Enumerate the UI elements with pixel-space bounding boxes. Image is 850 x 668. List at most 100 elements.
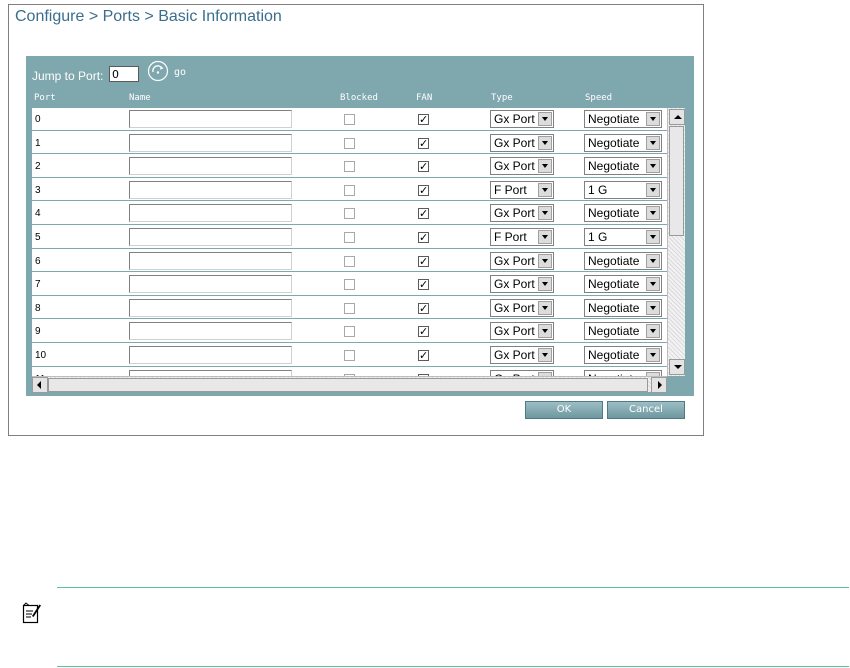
ports-table: 0 ✓ Gx Port Negotiate 1 ✓ Gx Port Negotiate 2 ✓ Gx… xyxy=(32,108,667,376)
blocked-checkbox[interactable] xyxy=(344,184,355,196)
speed-select[interactable]: 1 G xyxy=(584,180,662,199)
type-select[interactable]: Gx Port xyxy=(490,133,554,152)
speed-select-value: Negotiate xyxy=(588,253,640,268)
blocked-checkbox[interactable] xyxy=(344,137,355,149)
chevron-down-icon[interactable] xyxy=(646,206,660,221)
table-row: 7 ✓ Gx Port Negotiate xyxy=(32,273,667,296)
chevron-down-icon[interactable] xyxy=(646,159,660,174)
blocked-checkbox[interactable] xyxy=(344,302,355,314)
chevron-down-icon[interactable] xyxy=(538,159,552,174)
speed-select[interactable]: Negotiate xyxy=(584,110,662,128)
scroll-up-button[interactable] xyxy=(669,109,685,125)
horizontal-scroll-thumb[interactable] xyxy=(48,378,648,392)
fan-checkbox[interactable]: ✓ xyxy=(418,279,429,291)
chevron-down-icon[interactable] xyxy=(538,348,552,362)
fan-checkbox[interactable]: ✓ xyxy=(418,114,429,125)
scroll-left-button[interactable] xyxy=(32,377,48,393)
port-name-input[interactable] xyxy=(129,180,292,199)
speed-select-value: Negotiate xyxy=(588,112,640,126)
fan-checkbox[interactable]: ✓ xyxy=(418,161,429,173)
type-select[interactable]: Gx Port xyxy=(490,251,554,270)
scroll-right-button[interactable] xyxy=(651,377,667,393)
chevron-down-icon[interactable] xyxy=(646,300,660,315)
chevron-down-icon[interactable] xyxy=(646,253,660,268)
blocked-checkbox[interactable] xyxy=(344,232,355,243)
vertical-scroll-thumb[interactable] xyxy=(669,126,684,236)
fan-checkbox[interactable]: ✓ xyxy=(418,255,429,267)
port-name-input[interactable] xyxy=(129,275,292,294)
speed-select[interactable]: Negotiate xyxy=(584,204,662,223)
chevron-down-icon[interactable] xyxy=(646,324,660,339)
blocked-checkbox[interactable] xyxy=(344,326,355,338)
type-select[interactable]: Gx Port xyxy=(490,204,554,223)
type-select[interactable]: F Port xyxy=(490,180,554,199)
speed-select[interactable]: Negotiate xyxy=(584,251,662,270)
blocked-checkbox[interactable] xyxy=(344,255,355,267)
type-select[interactable]: F Port xyxy=(490,228,554,246)
port-name-input[interactable] xyxy=(129,251,292,270)
port-number: 8 xyxy=(35,302,41,314)
fan-checkbox[interactable]: ✓ xyxy=(418,326,429,338)
port-name-input[interactable] xyxy=(129,133,292,152)
speed-select[interactable]: 1 G xyxy=(584,228,662,246)
fan-checkbox[interactable]: ✓ xyxy=(418,208,429,220)
type-select[interactable]: Gx Port xyxy=(490,298,554,317)
table-row: 8 ✓ Gx Port Negotiate xyxy=(32,297,667,320)
fan-checkbox[interactable]: ✓ xyxy=(418,350,429,361)
speed-select[interactable]: Negotiate xyxy=(584,346,662,364)
note-bottom-rule xyxy=(57,666,849,667)
go-label[interactable]: go xyxy=(174,67,186,78)
blocked-checkbox[interactable] xyxy=(344,114,355,125)
go-refresh-icon[interactable] xyxy=(147,60,169,82)
chevron-down-icon[interactable] xyxy=(646,277,660,292)
blocked-checkbox[interactable] xyxy=(344,350,355,361)
port-name-input[interactable] xyxy=(129,228,292,246)
chevron-down-icon[interactable] xyxy=(538,253,552,268)
speed-select[interactable]: Negotiate xyxy=(584,275,662,294)
speed-select[interactable]: Negotiate xyxy=(584,298,662,317)
chevron-down-icon[interactable] xyxy=(538,230,552,244)
chevron-down-icon[interactable] xyxy=(646,135,660,150)
scroll-down-button[interactable] xyxy=(669,359,685,375)
horizontal-scrollbar[interactable] xyxy=(32,376,667,393)
chevron-down-icon[interactable] xyxy=(538,277,552,292)
chevron-down-icon[interactable] xyxy=(538,206,552,221)
fan-checkbox[interactable]: ✓ xyxy=(418,184,429,196)
chevron-down-icon[interactable] xyxy=(538,182,552,197)
chevron-down-icon[interactable] xyxy=(538,324,552,339)
port-name-input[interactable] xyxy=(129,298,292,317)
fan-checkbox[interactable]: ✓ xyxy=(418,137,429,149)
chevron-down-icon[interactable] xyxy=(646,230,660,244)
chevron-down-icon[interactable] xyxy=(646,348,660,362)
chevron-down-icon[interactable] xyxy=(538,112,552,126)
blocked-checkbox[interactable] xyxy=(344,279,355,291)
blocked-checkbox[interactable] xyxy=(344,208,355,220)
port-name-input[interactable] xyxy=(129,346,292,364)
table-row: 2 ✓ Gx Port Negotiate xyxy=(32,155,667,178)
speed-select[interactable]: Negotiate xyxy=(584,322,662,341)
type-select[interactable]: Gx Port xyxy=(490,157,554,176)
speed-select[interactable]: Negotiate xyxy=(584,133,662,152)
cancel-button[interactable]: Cancel xyxy=(607,401,685,419)
type-select[interactable]: Gx Port xyxy=(490,110,554,128)
vertical-scrollbar[interactable] xyxy=(667,108,685,376)
ok-button[interactable]: OK xyxy=(525,401,603,419)
chevron-down-icon[interactable] xyxy=(538,300,552,315)
blocked-checkbox[interactable] xyxy=(344,161,355,173)
port-name-input[interactable] xyxy=(129,204,292,223)
chevron-down-icon[interactable] xyxy=(538,135,552,150)
type-select[interactable]: Gx Port xyxy=(490,275,554,294)
fan-checkbox[interactable]: ✓ xyxy=(418,302,429,314)
port-number: 2 xyxy=(35,161,41,173)
speed-select[interactable]: Negotiate xyxy=(584,157,662,176)
note-pencil-icon xyxy=(22,602,41,624)
chevron-down-icon[interactable] xyxy=(646,182,660,197)
type-select[interactable]: Gx Port xyxy=(490,346,554,364)
jump-to-port-input[interactable] xyxy=(109,66,139,82)
port-name-input[interactable] xyxy=(129,157,292,176)
fan-checkbox[interactable]: ✓ xyxy=(418,232,429,243)
type-select[interactable]: Gx Port xyxy=(490,322,554,341)
port-name-input[interactable] xyxy=(129,110,292,128)
chevron-down-icon[interactable] xyxy=(646,112,660,126)
port-name-input[interactable] xyxy=(129,322,292,341)
